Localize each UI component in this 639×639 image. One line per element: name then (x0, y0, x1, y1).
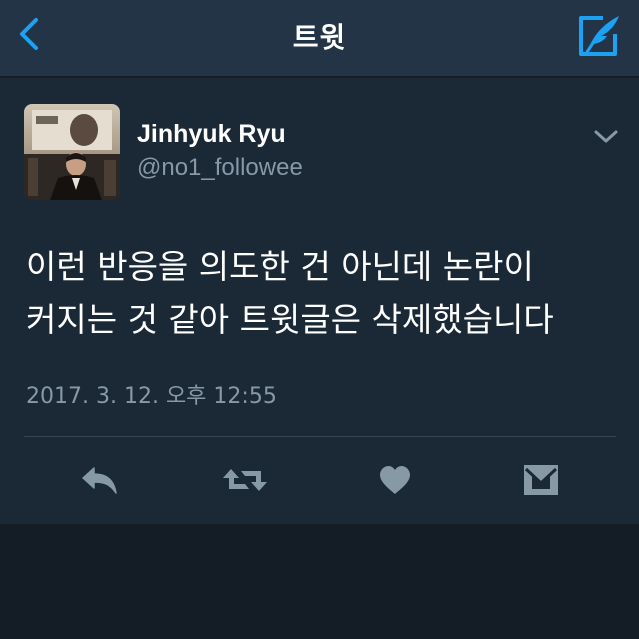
compose-tweet-button[interactable] (575, 12, 623, 60)
reply-icon (82, 467, 117, 494)
app-screen: 트윗 Jinhyuk Ryu @no1_followee 이런 반응을 의도한 … (0, 0, 639, 639)
divider (24, 436, 616, 437)
author-display-name[interactable]: Jinhyuk Ryu (137, 120, 286, 149)
like-button[interactable] (365, 452, 425, 508)
heart-icon (380, 466, 410, 494)
tweet-actions-bar (0, 452, 639, 508)
author-handle[interactable]: @no1_followee (137, 154, 303, 182)
tweet-options-button[interactable] (593, 128, 619, 146)
compose-tweet-icon (579, 16, 619, 56)
reply-button[interactable] (70, 452, 130, 508)
envelope-icon (524, 465, 558, 495)
tweet-text: 이런 반응을 의도한 건 아닌데 논란이 커지는 것 같아 트윗글은 삭제했습니… (26, 240, 626, 346)
retweet-button[interactable] (215, 452, 275, 508)
tweet-timestamp: 2017. 3. 12. 오후 12:55 (26, 384, 277, 409)
chevron-down-icon (594, 130, 618, 143)
empty-replies-area (0, 525, 639, 639)
tweet-text-line: 이런 반응을 의도한 건 아닌데 논란이 (26, 247, 534, 286)
direct-message-button[interactable] (511, 452, 571, 508)
navigation-bar: 트윗 (0, 0, 639, 78)
page-title: 트윗 (292, 21, 347, 54)
tweet-text-line: 커지는 것 같아 트윗글은 삭제했습니다 (26, 300, 554, 339)
tweet-detail: Jinhyuk Ryu @no1_followee 이런 반응을 의도한 건 아… (0, 80, 639, 525)
retweet-icon (223, 469, 267, 491)
avatar[interactable] (24, 104, 120, 200)
profile-photo (24, 104, 120, 200)
